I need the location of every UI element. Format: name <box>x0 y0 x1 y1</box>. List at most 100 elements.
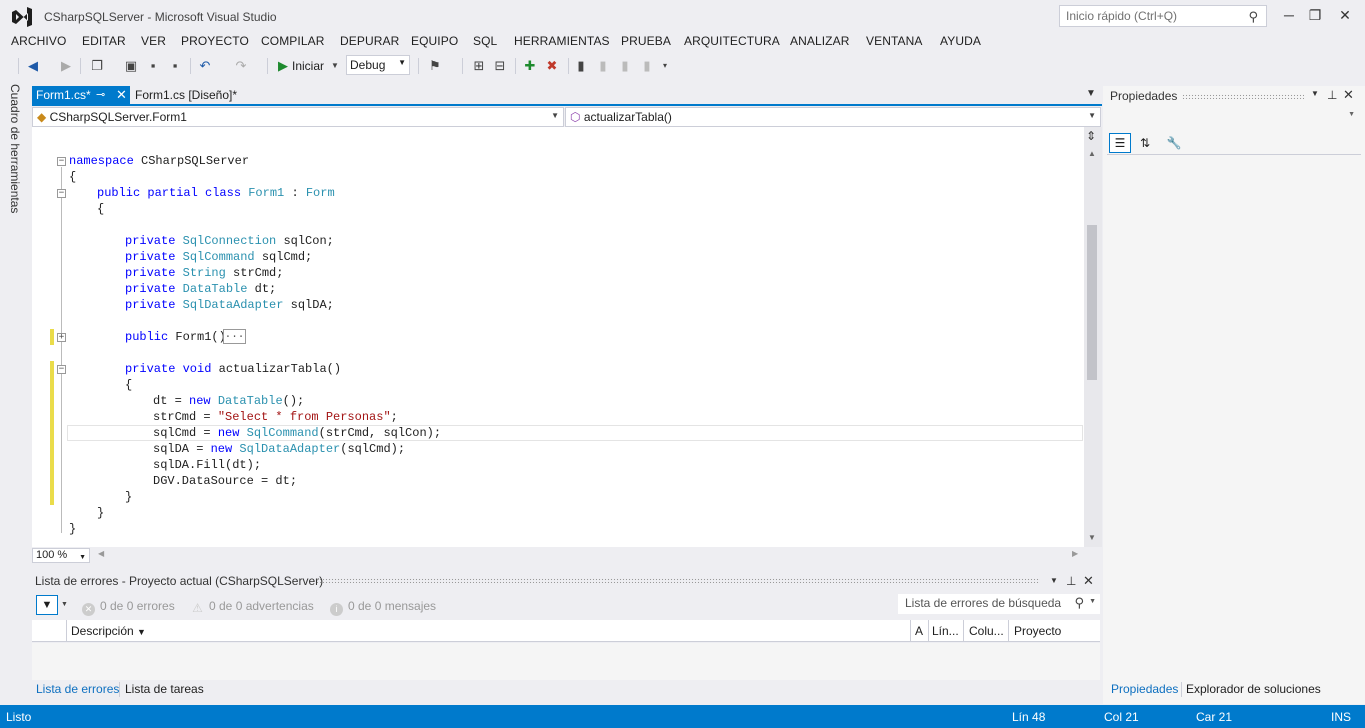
zoom-dropdown[interactable]: 100 % ▼ <box>32 548 90 563</box>
split-editor-icon[interactable]: ⇕ <box>1086 129 1096 143</box>
pin-icon[interactable]: ⊥ <box>1066 574 1076 588</box>
menu-depurar[interactable]: DEPURAR <box>340 34 399 48</box>
add-connection-icon[interactable]: ✚ <box>521 56 539 76</box>
open-file-icon[interactable]: ▣ <box>122 56 140 76</box>
scroll-left-icon[interactable]: ◀ <box>98 549 104 558</box>
collapse-icon[interactable]: − <box>57 189 66 198</box>
status-ready: Listo <box>6 710 32 724</box>
next-bookmark-icon[interactable]: ▮ <box>618 56 632 76</box>
restore-button[interactable]: ❐ <box>1298 4 1332 26</box>
menu-arquitectura[interactable]: ARQUITECTURA <box>684 34 780 48</box>
panel-menu-icon[interactable]: ▼ <box>1050 576 1058 585</box>
member-selector-dropdown[interactable]: ⬡ actualizarTabla() ▼ <box>565 107 1101 127</box>
horizontal-scrollbar[interactable]: ◀ ▶ <box>32 547 1102 564</box>
pin-icon[interactable]: ⊥ <box>1327 88 1337 102</box>
remove-connection-icon[interactable]: ✖ <box>543 56 561 76</box>
save-all-icon[interactable]: ▪ <box>166 56 184 76</box>
column-divider[interactable] <box>66 620 67 642</box>
toolbox-tab[interactable]: Cuadro de herramientas <box>4 84 22 214</box>
code-text: (strCmd, sqlCon); <box>318 426 442 440</box>
column-header-description[interactable]: Descripción ▼ <box>71 624 146 638</box>
pin-icon[interactable]: ⊸ <box>96 88 105 101</box>
previous-bookmark-icon[interactable]: ▮ <box>596 56 610 76</box>
redo-icon[interactable]: ↷ <box>232 56 250 76</box>
menu-ventana[interactable]: VENTANA <box>866 34 923 48</box>
messages-filter-button[interactable]: i 0 de 0 mensajes <box>330 599 436 616</box>
code-line: public partial class Form1 : Form <box>97 185 335 201</box>
chevron-down-icon[interactable]: ▼ <box>61 601 68 608</box>
menu-proyecto[interactable]: PROYECTO <box>181 34 249 48</box>
menu-archivo[interactable]: ARCHIVO <box>11 34 66 48</box>
solution-config-value: Debug <box>350 58 386 72</box>
menu-compilar[interactable]: COMPILAR <box>261 34 324 48</box>
expand-icon[interactable]: + <box>57 333 66 342</box>
column-header-column[interactable]: Colu... <box>969 624 1004 638</box>
start-button[interactable]: Iniciar <box>292 56 324 76</box>
close-window-button[interactable]: ✕ <box>1328 4 1362 26</box>
errors-filter-button[interactable]: ✕ 0 de 0 errores <box>82 599 175 616</box>
warnings-filter-button[interactable]: ⚠ 0 de 0 advertencias <box>191 599 314 615</box>
scroll-up-icon[interactable]: ▲ <box>1088 149 1096 158</box>
alphabetical-icon[interactable]: ⇅ <box>1135 133 1155 153</box>
properties-grid[interactable] <box>1107 154 1361 679</box>
scroll-right-icon[interactable]: ▶ <box>1072 549 1078 558</box>
menu-editar[interactable]: EDITAR <box>82 34 126 48</box>
column-header-project[interactable]: Proyecto <box>1014 624 1061 638</box>
tab-form1-design[interactable]: Form1.cs [Diseño]* <box>135 88 237 102</box>
tab-solution-explorer[interactable]: Explorador de soluciones <box>1186 682 1321 696</box>
collapse-icon[interactable]: − <box>57 157 66 166</box>
toolbar-separator <box>515 58 516 74</box>
menu-analizar[interactable]: ANALIZAR <box>790 34 849 48</box>
close-icon[interactable]: ✕ <box>1343 87 1354 103</box>
column-divider[interactable] <box>963 620 964 642</box>
menu-herramientas[interactable]: HERRAMIENTAS <box>514 34 610 48</box>
undo-icon[interactable]: ↶ <box>196 56 214 76</box>
filter-icon[interactable]: ▼ <box>36 595 58 615</box>
clear-bookmarks-icon[interactable]: ▮ <box>640 56 654 76</box>
menu-prueba[interactable]: PRUEBA <box>621 34 671 48</box>
new-project-icon[interactable]: ❐ <box>88 56 106 76</box>
property-pages-icon[interactable]: 🔧 <box>1164 133 1184 153</box>
collapsed-region[interactable]: ... <box>223 329 246 344</box>
column-header-file[interactable]: A <box>915 624 923 638</box>
menu-ver[interactable]: VER <box>141 34 166 48</box>
properties-object-dropdown[interactable]: ▼ <box>1107 107 1359 127</box>
menu-sql[interactable]: SQL <box>473 34 497 48</box>
navigate-back-icon[interactable]: ◀ <box>24 56 42 76</box>
column-header-line[interactable]: Lín... <box>932 624 959 638</box>
solution-explorer-icon[interactable]: ⊞ <box>470 56 488 76</box>
tab-error-list[interactable]: Lista de errores <box>36 682 119 696</box>
bookmark-icon[interactable]: ▮ <box>574 56 588 76</box>
collapse-icon[interactable]: − <box>57 365 66 374</box>
tab-task-list[interactable]: Lista de tareas <box>125 682 204 696</box>
toolbar-separator <box>418 58 419 74</box>
find-in-files-icon[interactable]: ⚑ <box>426 56 444 76</box>
tab-form1-cs[interactable]: Form1.cs* ⊸ ✕ <box>32 86 130 106</box>
menu-equipo[interactable]: EQUIPO <box>411 34 458 48</box>
column-divider[interactable] <box>910 620 911 642</box>
close-icon[interactable]: ✕ <box>1083 573 1094 589</box>
quick-launch-input[interactable]: Inicio rápido (Ctrl+Q) ⚲ <box>1059 5 1267 27</box>
properties-window-icon[interactable]: ⊟ <box>491 56 509 76</box>
type-selector-dropdown[interactable]: ◆ CSharpSQLServer.Form1 ▼ <box>32 107 564 127</box>
scroll-down-icon[interactable]: ▼ <box>1088 533 1096 542</box>
toolbar-grip <box>18 58 19 74</box>
navigate-forward-icon[interactable]: ▶ <box>57 56 75 76</box>
column-divider[interactable] <box>1008 620 1009 642</box>
panel-menu-icon[interactable]: ▼ <box>1311 89 1319 98</box>
start-debug-icon[interactable]: ▶ <box>276 56 290 76</box>
close-icon[interactable]: ✕ <box>116 87 127 103</box>
save-icon[interactable]: ▪ <box>144 56 162 76</box>
categorized-icon[interactable]: ☰ <box>1109 133 1131 153</box>
tab-overflow-icon[interactable]: ▼ <box>1086 88 1096 99</box>
error-list-body[interactable] <box>32 643 1100 680</box>
scrollbar-thumb[interactable] <box>1087 225 1097 380</box>
solution-config-dropdown[interactable]: Debug ▼ <box>346 55 410 75</box>
chevron-down-icon: ▼ <box>398 58 406 67</box>
menu-ayuda[interactable]: AYUDA <box>940 34 981 48</box>
toolbar-overflow-icon[interactable]: ▾ <box>660 56 670 76</box>
chevron-down-icon[interactable]: ▼ <box>331 56 339 76</box>
tab-properties[interactable]: Propiedades <box>1111 682 1178 696</box>
column-divider[interactable] <box>928 620 929 642</box>
error-list-search-input[interactable]: Lista de errores de búsqueda ⚲ ▼ <box>898 594 1100 614</box>
